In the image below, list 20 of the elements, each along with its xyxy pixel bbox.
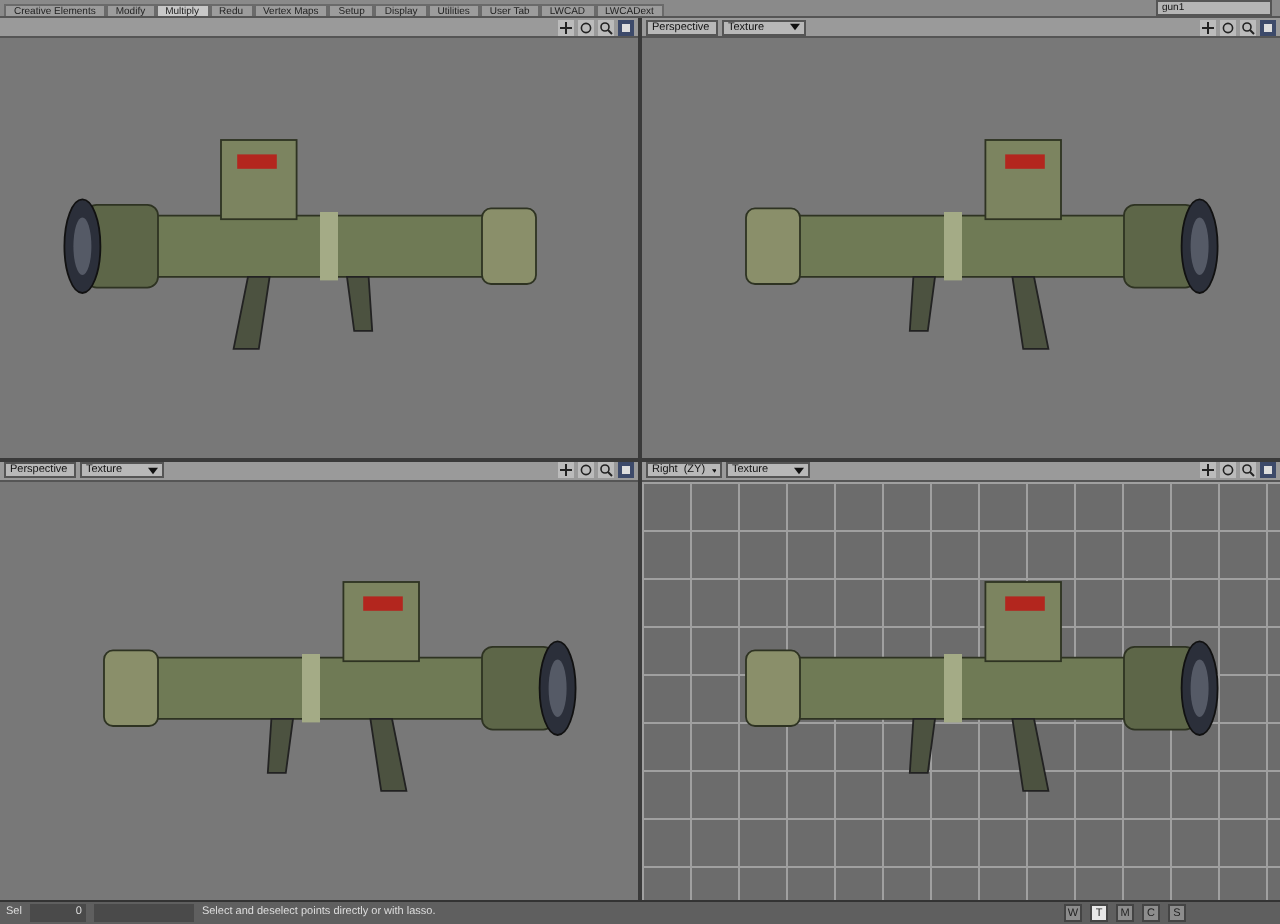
move-icon[interactable] <box>558 462 574 478</box>
rotate-icon[interactable] <box>1220 462 1236 478</box>
caret-icon <box>148 465 158 475</box>
maximize-icon[interactable] <box>618 19 634 35</box>
zoom-icon[interactable] <box>598 19 614 35</box>
move-icon[interactable] <box>558 19 574 35</box>
caret-icon <box>790 22 800 32</box>
move-icon[interactable] <box>1200 462 1216 478</box>
rotate-icon[interactable] <box>578 19 594 35</box>
zoom-icon[interactable] <box>1240 462 1256 478</box>
move-icon[interactable] <box>1200 19 1216 35</box>
maximize-icon[interactable] <box>1260 462 1276 478</box>
maximize-icon[interactable] <box>618 462 634 478</box>
rotate-icon[interactable] <box>578 462 594 478</box>
zoom-icon[interactable] <box>598 462 614 478</box>
caret-icon <box>794 465 804 475</box>
rotate-icon[interactable] <box>1220 19 1236 35</box>
status-field <box>93 904 194 922</box>
maximize-icon[interactable] <box>1260 19 1276 35</box>
zoom-icon[interactable] <box>1240 19 1256 35</box>
